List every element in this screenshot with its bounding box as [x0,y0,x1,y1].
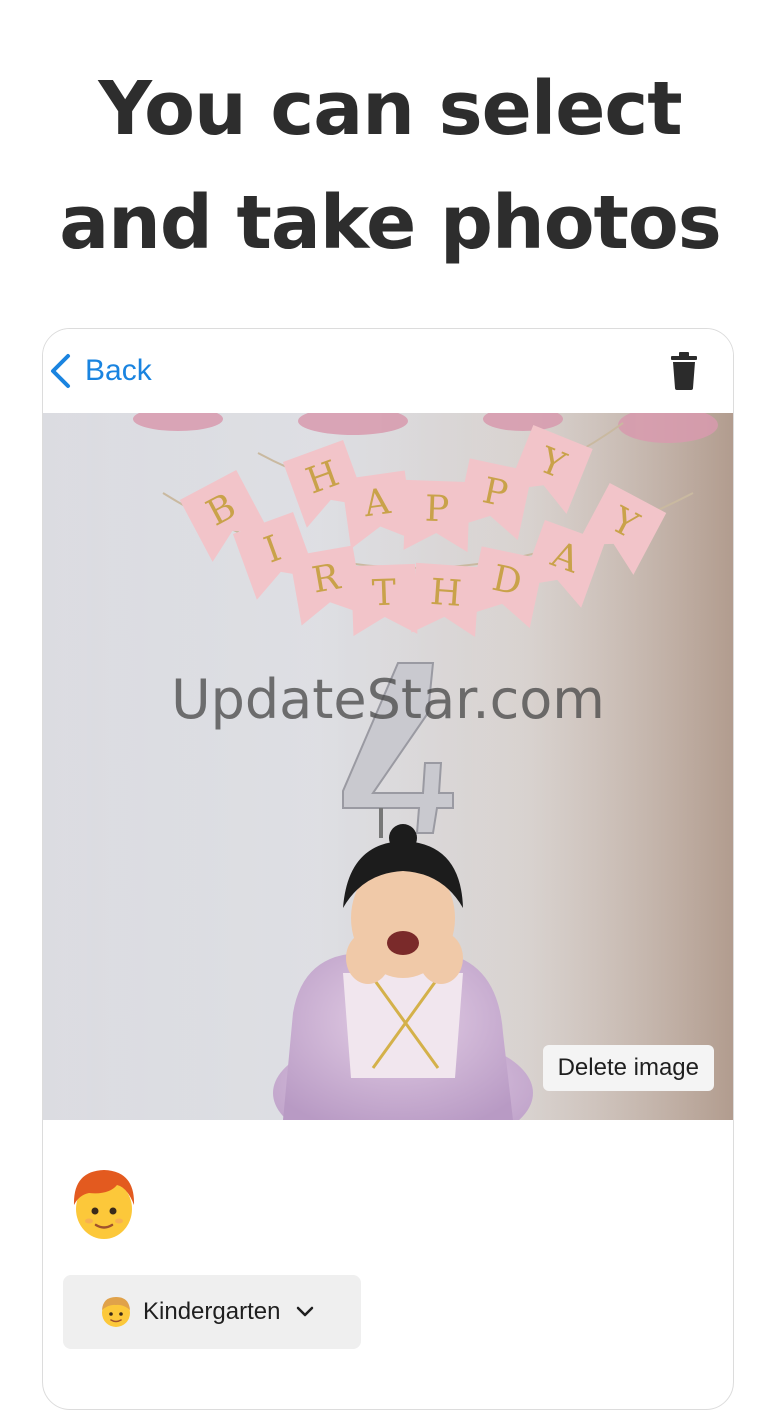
watermark: UpdateStar.com [171,668,605,731]
headline-line-2: and take photos [59,180,722,266]
child-avatar[interactable] [69,1165,139,1243]
headline: You can select and take photos [0,52,780,280]
back-button[interactable]: Back [49,351,152,391]
chevron-down-icon [297,1306,314,1317]
phone-screen: Back H A P P Y B I R T H D A Y UpdateSta… [42,328,734,1410]
banner-top-letter: P [424,489,450,531]
banner-bottom-letter: T [371,573,396,615]
headline-line-1: You can select [98,66,682,152]
child-face-icon [73,1170,135,1239]
back-label: Back [85,354,152,387]
class-select-label: Kindergarten [143,1298,281,1325]
selected-photo: HAPPY BIRTHDAY UpdateStar.com Delete ima… [43,413,733,1120]
trash-button[interactable] [669,351,699,391]
child-face-icon [102,1297,130,1327]
class-select-dropdown[interactable]: Kindergarten [63,1275,361,1349]
navigation-bar: Back [43,329,733,413]
photo-scene: HA P PY BIR T H D AY [43,413,733,1120]
delete-image-button[interactable]: Delete image [542,1045,714,1091]
trash-icon [671,352,697,390]
banner-bottom-letter: H [429,572,463,615]
chevron-left-icon [51,354,70,388]
